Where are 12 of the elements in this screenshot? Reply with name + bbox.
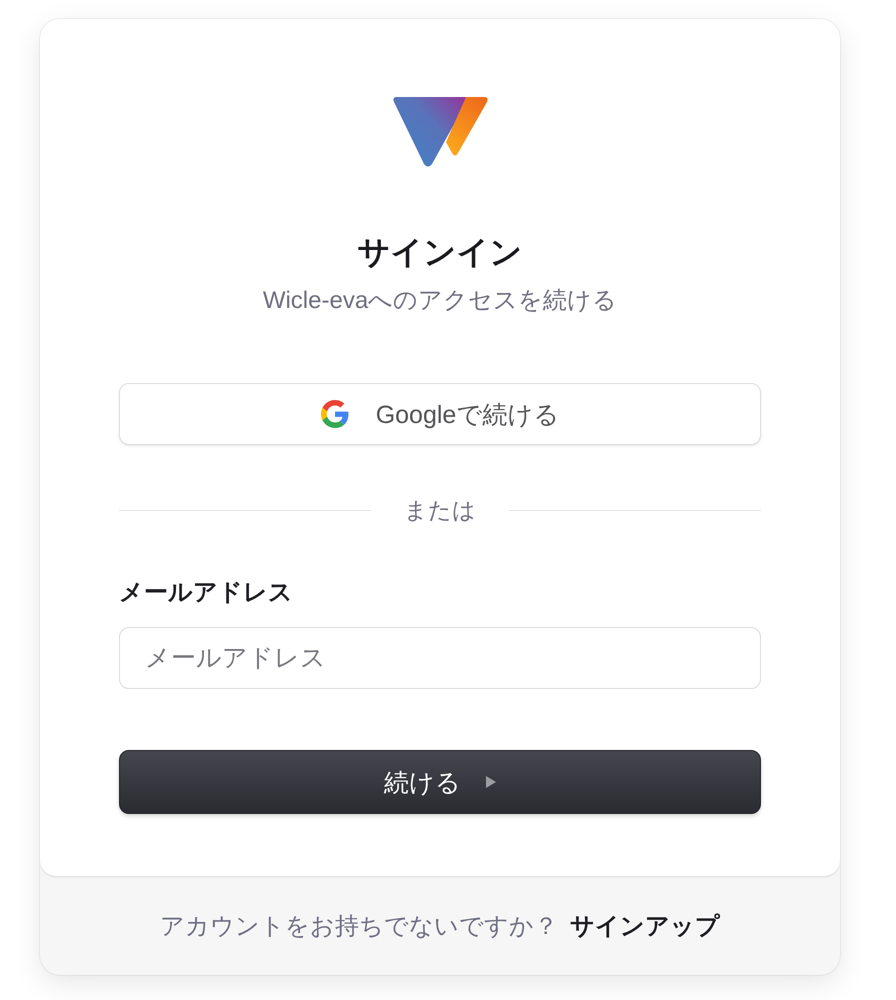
logo-icon: [392, 96, 488, 168]
google-g-icon: [320, 400, 349, 428]
email-label: メールアドレス: [119, 578, 293, 608]
play-triangle-icon: [486, 776, 496, 788]
email-input-field[interactable]: メールアドレス: [119, 627, 761, 689]
no-account-text: アカウントをお持ちでないですか？: [160, 912, 558, 942]
google-sign-in-button[interactable]: Googleで続ける: [119, 383, 761, 445]
sign-up-link[interactable]: サインアップ: [570, 910, 720, 942]
continue-button[interactable]: 続ける: [119, 750, 761, 814]
sign-in-heading: サインイン: [358, 233, 522, 272]
subtitle-text: Wicle-evaへのアクセスを続ける: [262, 286, 618, 316]
or-divider-text: または: [404, 496, 476, 525]
